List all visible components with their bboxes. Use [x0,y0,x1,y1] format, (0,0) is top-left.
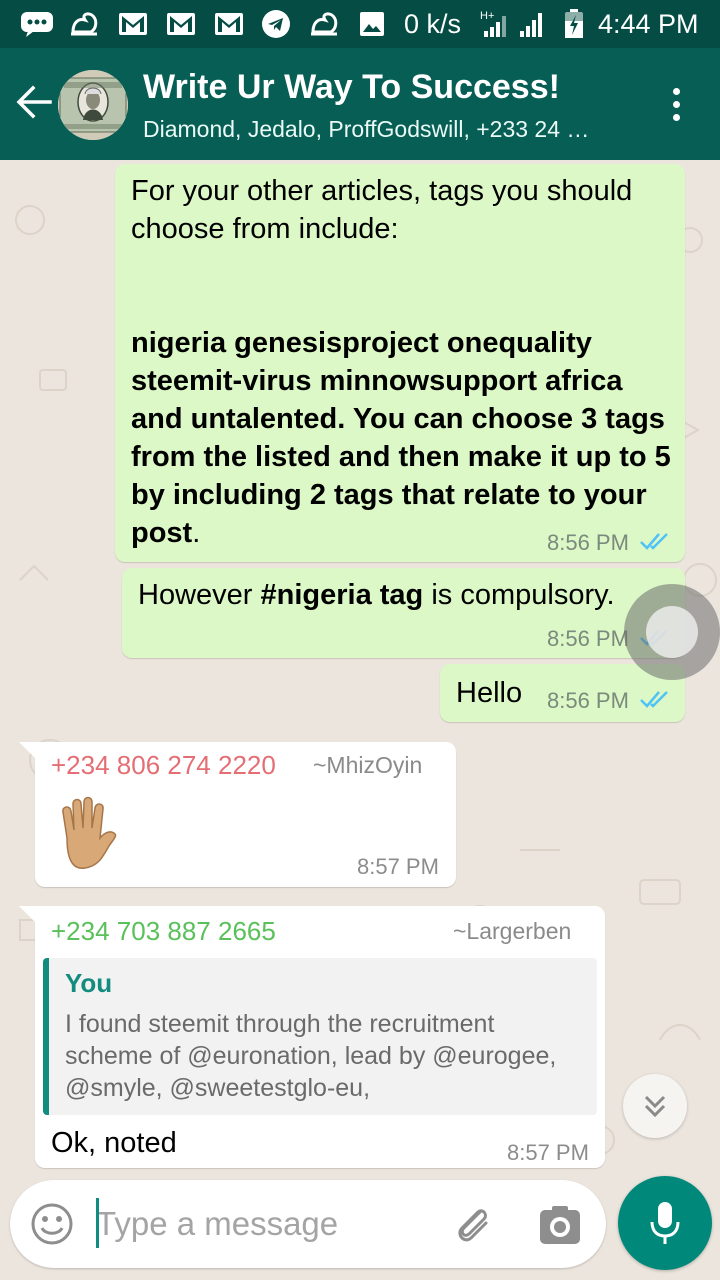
message-text-bold: nigeria genesisproject onequality steemi… [131,327,671,549]
quoted-text: I found steemit through the recruitment … [65,1010,557,1102]
message-composer [10,1180,606,1268]
raised-hand-emoji [53,794,125,874]
message-bubble-incoming[interactable]: +234 703 887 2665 ~Largerben You I found… [19,906,605,1168]
text-caret [96,1198,99,1248]
message-list[interactable]: For your other articles, tags you should… [0,160,720,1180]
message-bubble-incoming[interactable]: +234 806 274 2220 ~MhizOyin 8:57 PM [19,742,456,887]
message-text: Ok, noted [51,1127,177,1159]
telegram-icon [260,9,292,39]
group-avatar[interactable] [58,70,128,140]
net-speed: 0 k/s [404,9,462,39]
message-time: 8:57 PM [507,1140,589,1165]
more-vertical-icon[interactable] [656,78,696,130]
uc-browser-icon [308,9,342,39]
status-bar: 0 k/s H+ 4:44 PM [0,0,720,48]
message-time: 8:57 PM [357,854,439,879]
gmail-icon [213,9,245,39]
svg-text:H+: H+ [480,10,494,22]
quoted-author: You [65,968,113,998]
read-ticks-icon [640,533,668,550]
read-ticks-icon [640,691,668,708]
message-text: However #nigeria tag is compulsory. [138,579,615,611]
message-text: For your other articles, tags you should… [131,175,633,245]
message-text: Hello [456,677,523,709]
image-icon [358,9,386,39]
signal-icon: H+ [480,9,554,39]
smiley-icon[interactable] [30,1202,74,1246]
gmail-icon [165,9,197,39]
chat-members[interactable]: Diamond, Jedalo, ProffGodswill, +233 24 … [143,116,643,143]
sender-name: ~Largerben [453,918,572,944]
message-bubble-outgoing[interactable]: For your other articles, tags you should… [115,164,685,562]
camera-icon[interactable] [538,1204,582,1246]
sender-name: ~MhizOyin [313,752,423,778]
arrow-left-icon[interactable] [10,78,58,126]
touch-indicator [624,584,720,680]
message-input[interactable] [96,1198,436,1250]
message-time: 8:56 PM [547,688,629,713]
message-bubble-outgoing[interactable]: However #nigeria tag is compulsory. 8:56… [122,568,685,658]
microphone-icon[interactable] [618,1176,712,1270]
bubble-tail [19,906,37,924]
message-time: 8:56 PM [547,530,629,555]
clock: 4:44 PM [598,9,699,39]
sender-phone[interactable]: +234 806 274 2220 [51,750,276,781]
battery-icon [562,9,586,39]
quoted-message[interactable]: You I found steemit through the recruitm… [43,958,597,1115]
chat-header: Write Ur Way To Success! Diamond, Jedalo… [0,48,720,160]
bubble-tail [19,742,37,760]
uc-browser-icon [68,9,102,39]
gmail-icon [117,9,149,39]
chat-title[interactable]: Write Ur Way To Success! [143,68,560,107]
message-time: 8:56 PM [547,626,629,651]
sender-phone[interactable]: +234 703 887 2665 [51,916,276,947]
chat-bubble-icon [20,9,54,39]
paperclip-icon[interactable] [450,1202,496,1248]
double-chevron-down-icon[interactable] [623,1074,687,1138]
